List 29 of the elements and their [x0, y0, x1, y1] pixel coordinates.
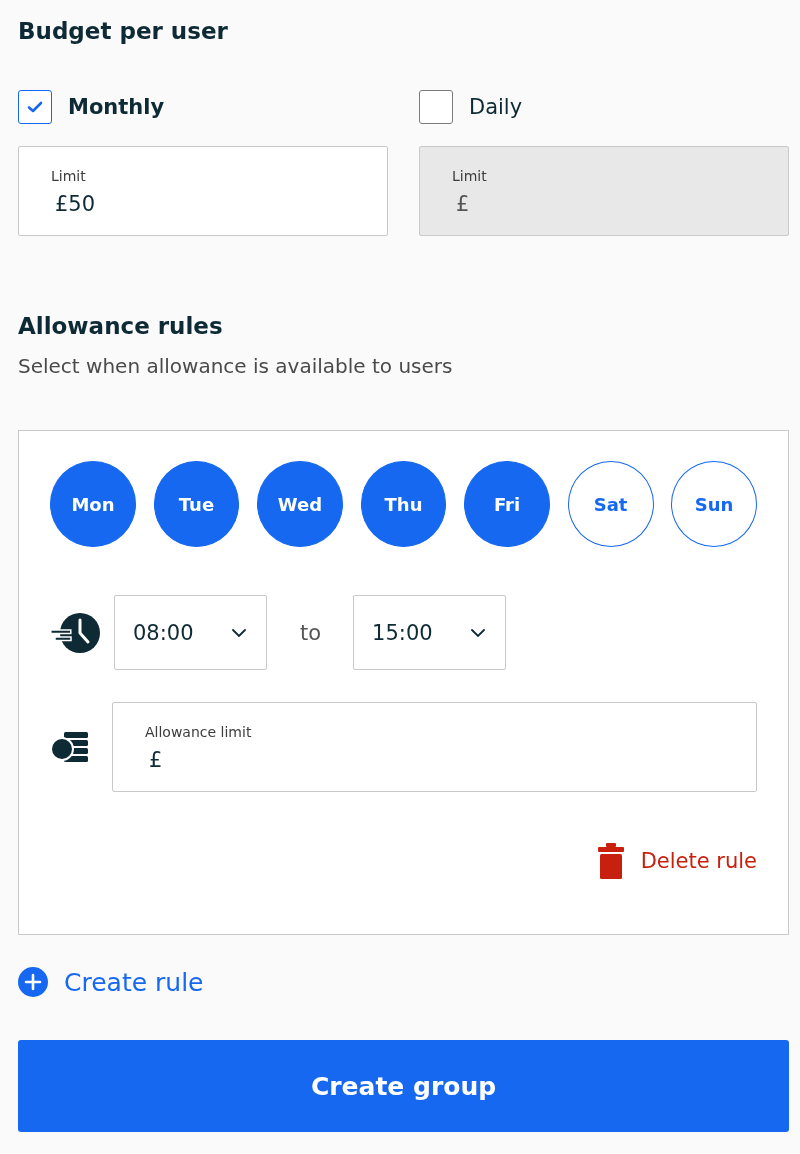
caret-icon [232, 628, 246, 637]
allowance-limit-field[interactable]: Allowance limit £ [112, 702, 757, 792]
checkbox[interactable] [18, 90, 52, 124]
create-group-button[interactable]: Create group [18, 1040, 789, 1132]
delete-rule-button[interactable]: Delete rule [597, 843, 757, 879]
checkbox-label[interactable]: Monthly [68, 95, 165, 119]
caret-icon [471, 628, 486, 637]
trash-icon [597, 843, 624, 879]
limit-field[interactable]: Limit £50 [18, 146, 388, 236]
section-title: Allowance rules [18, 312, 223, 341]
day-toggle[interactable]: Thu [360, 461, 447, 547]
day-toggle[interactable]: Sun [671, 461, 757, 547]
clock-icon [50, 610, 100, 655]
section-subtitle: Select when allowance is available to users [18, 353, 453, 380]
time-dropdown[interactable]: 08:00 [114, 595, 267, 670]
time-dropdown[interactable]: 15:00 [353, 595, 507, 670]
coins-icon [50, 731, 88, 763]
checkbox-label[interactable]: Daily [469, 95, 523, 119]
day-toggle[interactable]: Fri [464, 461, 550, 547]
checkbox[interactable] [419, 90, 453, 124]
create-rule-link[interactable]: Create rule [18, 966, 204, 998]
plus-circle-icon [18, 967, 48, 997]
section-title: Budget per user [18, 17, 228, 46]
day-toggle[interactable]: Mon [50, 461, 136, 547]
day-toggle[interactable]: Sat [567, 461, 654, 547]
day-toggle[interactable]: Wed [257, 461, 343, 547]
check-icon [27, 101, 43, 113]
day-toggle[interactable]: Tue [153, 461, 240, 547]
range-separator: to [300, 620, 322, 645]
